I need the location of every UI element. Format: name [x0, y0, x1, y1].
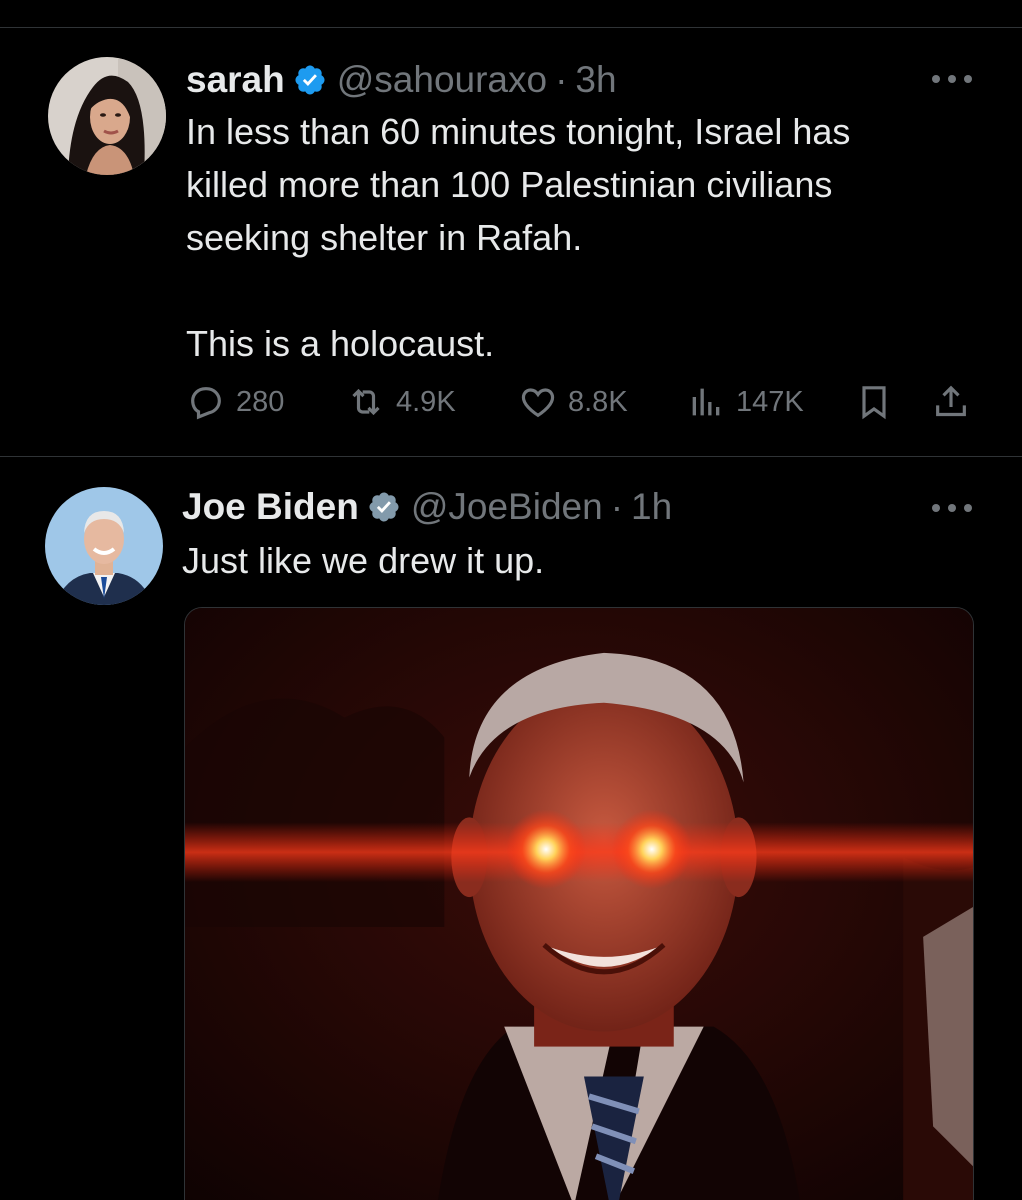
views-icon	[692, 388, 720, 416]
tweet-header: sarah @sahouraxo · 3h	[186, 58, 617, 102]
repost-icon	[352, 388, 380, 416]
separator-dot: ·	[610, 486, 624, 527]
repost-count: 4.9K	[396, 385, 456, 418]
tweet-text: In less than 60 minutes tonight, Israel …	[186, 111, 851, 364]
separator-dot: ·	[555, 59, 568, 100]
timestamp[interactable]: 3h	[575, 59, 616, 101]
more-options-icon[interactable]	[932, 501, 972, 515]
bookmark-icon	[862, 386, 886, 420]
reply-icon	[191, 387, 221, 420]
avatar[interactable]	[48, 57, 166, 175]
tweet-sarah[interactable]: sarah @sahouraxo · 3h In less than 60 mi…	[0, 28, 1022, 456]
views-count: 147K	[736, 385, 804, 418]
verified-badge-icon[interactable]	[293, 63, 327, 97]
action-bar: 280 4.9K 8.8K 147K	[186, 380, 976, 424]
handle[interactable]: @sahouraxo	[337, 59, 547, 101]
tweet-header: Joe Biden @JoeBiden · 1h	[182, 485, 672, 529]
like-icon	[521, 388, 555, 418]
handle[interactable]: @JoeBiden	[411, 486, 603, 528]
display-name[interactable]: Joe Biden	[182, 486, 359, 528]
reply-button[interactable]: 280	[186, 380, 284, 424]
like-button[interactable]: 8.8K	[518, 380, 628, 424]
like-count: 8.8K	[568, 385, 628, 418]
laser-eyes-portrait-image	[185, 608, 973, 1200]
display-name[interactable]: sarah	[186, 59, 285, 101]
tweet-media-image[interactable]	[184, 607, 974, 1200]
share-button[interactable]	[931, 380, 971, 424]
verified-badge-icon[interactable]	[367, 490, 401, 524]
more-options-icon[interactable]	[932, 72, 972, 86]
views-button[interactable]: 147K	[686, 380, 804, 424]
man-portrait-avatar	[45, 487, 163, 605]
timestamp[interactable]: 1h	[631, 486, 672, 528]
tweet-text: Just like we drew it up.	[182, 540, 545, 581]
woman-portrait-avatar	[48, 57, 166, 175]
avatar[interactable]	[45, 487, 163, 605]
repost-button[interactable]: 4.9K	[346, 380, 456, 424]
tweet-joe-biden[interactable]: Joe Biden @JoeBiden · 1h Just like we dr…	[0, 457, 1022, 1200]
bookmark-button[interactable]	[854, 380, 894, 424]
share-icon	[936, 385, 966, 417]
reply-count: 280	[236, 385, 285, 418]
